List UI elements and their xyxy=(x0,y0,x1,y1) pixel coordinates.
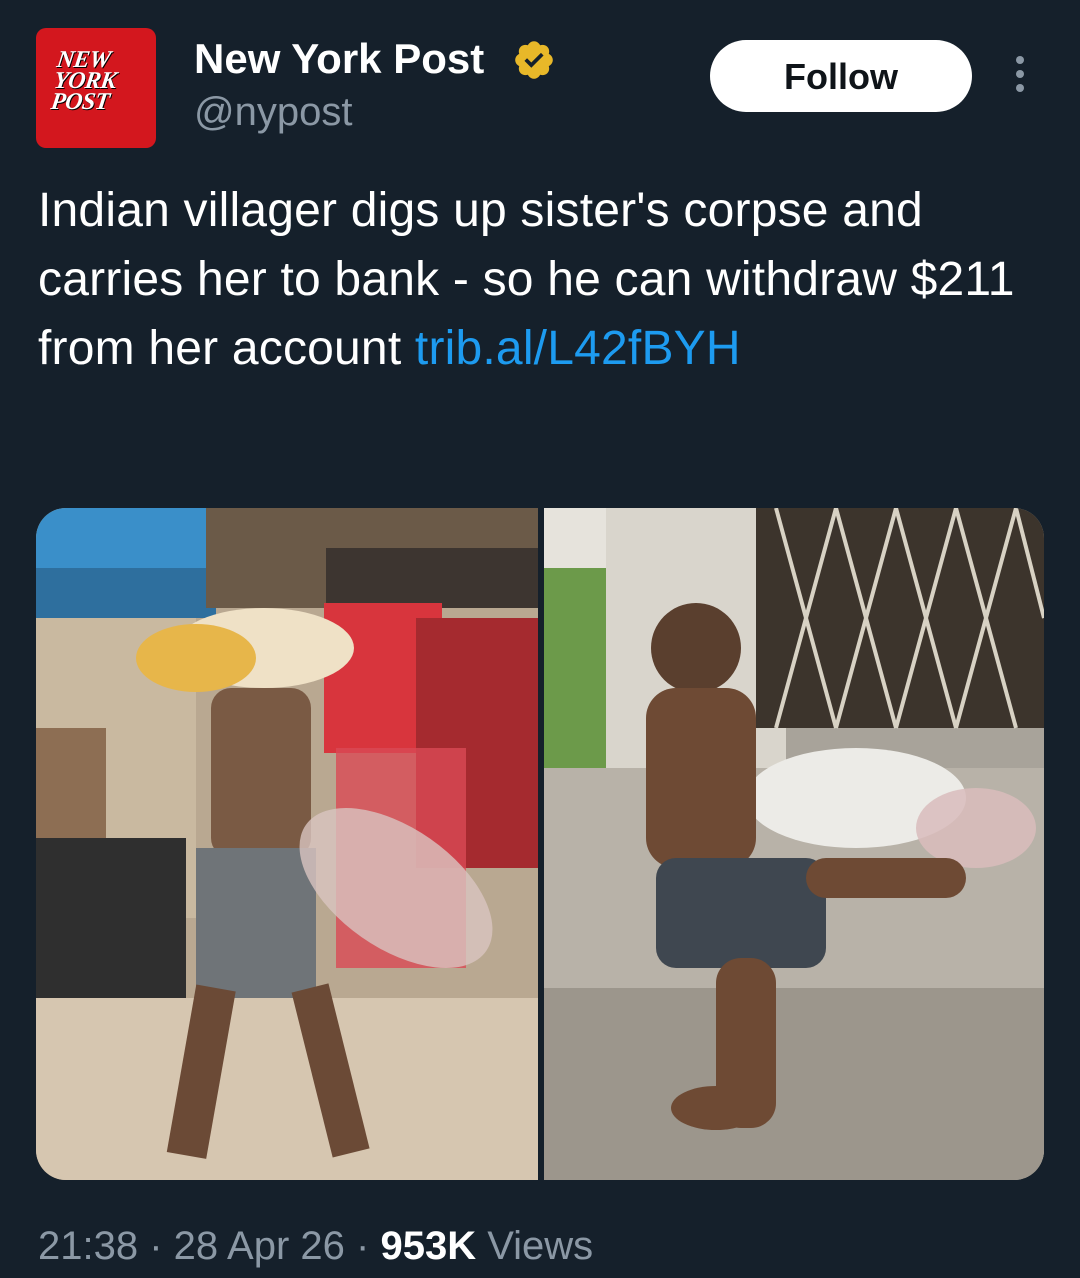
views-label: Views xyxy=(476,1224,594,1268)
verified-badge-icon xyxy=(515,41,553,79)
tweet-meta: 21:38 · 28 Apr 26 · 953K Views xyxy=(38,1222,593,1270)
tweet-header: NEW YORK POST New York Post @nypost Foll… xyxy=(0,0,1080,160)
tweet-media[interactable] xyxy=(36,508,1044,1180)
follow-button[interactable]: Follow xyxy=(710,40,972,112)
media-image-left[interactable] xyxy=(36,508,538,1180)
tweet-date[interactable]: 28 Apr 26 xyxy=(174,1224,345,1268)
meta-separator: · xyxy=(344,1224,381,1268)
avatar-logo-line: POST xyxy=(49,89,111,115)
dot xyxy=(1016,56,1024,64)
views-count[interactable]: 953K xyxy=(380,1224,476,1268)
tweet-link[interactable]: trib.al/L42fBYH xyxy=(415,322,741,375)
avatar[interactable]: NEW YORK POST xyxy=(36,28,156,148)
dot xyxy=(1016,84,1024,92)
more-vertical-icon[interactable] xyxy=(1010,56,1030,96)
tweet-time[interactable]: 21:38 xyxy=(38,1224,138,1268)
media-grid xyxy=(36,508,1044,1180)
account-handle[interactable]: @nypost xyxy=(194,88,352,136)
meta-separator: · xyxy=(138,1224,174,1268)
avatar-logo: NEW YORK POST xyxy=(49,47,149,115)
tweet-text: Indian villager digs up sister's corpse … xyxy=(38,176,1038,383)
media-image-right[interactable] xyxy=(544,508,1044,1180)
dot xyxy=(1016,70,1024,78)
display-name[interactable]: New York Post xyxy=(194,34,484,84)
